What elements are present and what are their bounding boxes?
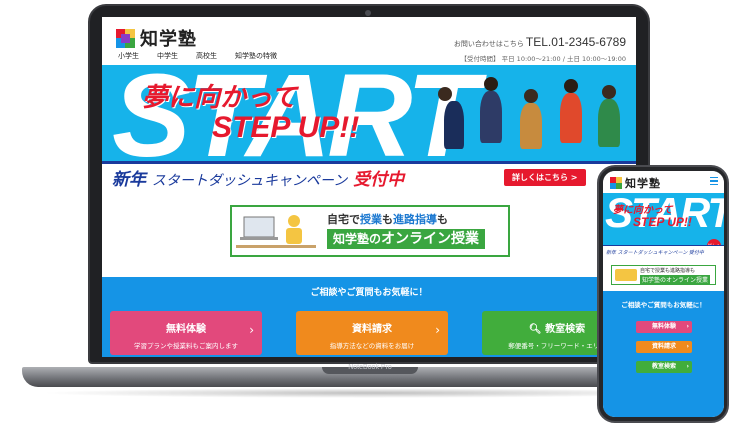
logo-mark-icon <box>610 177 622 189</box>
inquiry-section: ご相談やご質問もお気軽に！ 無料体験 学習プランや授業料もご案内します › 資料… <box>102 277 636 357</box>
phone-classroom-search-label: 教室検索 <box>651 363 676 370</box>
online-lesson-banner[interactable]: 自宅で授業も進路指導も 知学塾のオンライン授業 <box>230 205 510 257</box>
online-text-mo1: も <box>382 213 393 226</box>
hero-title: 夢に向かって STEP UP!! <box>142 83 360 145</box>
phone-request-materials-button[interactable]: 資料請求 › <box>636 341 692 353</box>
phone-online-banner[interactable]: 自宅で授業も進路指導も 知学塾のオンライン授業 <box>611 265 716 285</box>
phone-logo-text: 知学塾 <box>625 177 661 190</box>
campaign-details-button[interactable]: 詳しくはこちら > <box>504 169 586 186</box>
request-materials-button[interactable]: 資料請求 指導方法などの資料をお届け › <box>296 311 448 355</box>
laptop-screen: 知学塾 小学生 中学生 高校生 知学塾の特徴 お問い合わせはこちら TEL.01-… <box>102 17 636 357</box>
phone-number[interactable]: TEL.01-2345-6789 <box>526 35 626 49</box>
student-illustration <box>615 269 637 281</box>
online-text-lesson: 授業 <box>360 213 382 226</box>
hero-title-line2: STEP UP!! <box>212 111 360 145</box>
phone-hero-title-line2: STEP UP!! <box>633 215 692 229</box>
phone-online-line2: 知学塾のオンライン授業 <box>640 275 711 284</box>
campaign-name: スタートダッシュキャンペーン <box>151 173 348 189</box>
campaign-banner[interactable]: 新年 スタートダッシュキャンペーン 受付中 詳しくはこちら > <box>102 161 636 191</box>
nav-item-junior-high[interactable]: 中学生 <box>157 51 178 61</box>
online-headline: 自宅で授業も進路指導も <box>327 211 448 227</box>
chevron-right-icon: › <box>686 343 689 350</box>
phone-online-line1: 自宅で授業も進路指導も <box>640 268 696 274</box>
online-text-online-lesson: オンライン授業 <box>381 231 480 247</box>
site-header: 知学塾 小学生 中学生 高校生 知学塾の特徴 お問い合わせはこちら TEL.01-… <box>102 17 636 65</box>
nav-item-elementary[interactable]: 小学生 <box>118 51 139 61</box>
online-text-guidance: 進路指導 <box>393 213 437 226</box>
online-subhead: 知学塾のオンライン授業 <box>327 229 486 249</box>
chevron-right-icon: › <box>686 323 689 330</box>
contact-info: お問い合わせはこちら TEL.01-2345-6789 <box>454 35 626 49</box>
online-text-home: 自宅で <box>327 213 360 226</box>
campaign-status: 受付中 <box>353 170 405 190</box>
contact-prefix: お問い合わせはこちら <box>453 40 524 48</box>
phone-campaign-banner: 新年 スタートダッシュキャンペーン 受付中 <box>603 245 724 261</box>
phone-hero[interactable]: START 夢に向かって STEP UP!! 詳しくは 新年 スタートダッシュキ… <box>603 193 724 261</box>
phone-free-trial-label: 無料体験 <box>651 323 676 330</box>
campaign-text: 新年 スタートダッシュキャンペーン 受付中 <box>112 165 404 190</box>
classroom-search-text: 教室検索 <box>545 324 586 335</box>
chevron-right-icon: › <box>249 323 254 337</box>
phone-logo[interactable]: 知学塾 <box>610 175 661 191</box>
online-text-mo2: も <box>437 213 448 226</box>
hero-title-line1: 夢に向かって <box>142 83 297 113</box>
hamburger-menu-icon[interactable] <box>710 177 718 185</box>
phone-free-trial-button[interactable]: 無料体験 › <box>636 321 692 333</box>
phone-screen: 知学塾 START 夢に向かって STEP UP!! 詳しくは 新年 スタートダ… <box>603 171 724 417</box>
camera-icon <box>365 10 371 16</box>
campaign-new-year: 新年 <box>112 170 146 190</box>
device-mockup-stage: NoteBook Pro 知学塾 小学生 中学生 高校生 知学塾の特徴 お問い合… <box>0 0 751 426</box>
chevron-right-icon: › <box>435 323 440 337</box>
phone-header: 知学塾 <box>603 171 724 193</box>
logo-mark-icon <box>116 28 135 48</box>
request-materials-label: 資料請求 <box>352 324 392 335</box>
request-materials-sub: 指導方法などの資料をお届け <box>329 342 415 350</box>
hero-section[interactable]: START 夢に向かって STEP UP!! 新年 スタートダッシュキャンペーン… <box>102 65 636 191</box>
free-trial-sub: 学習プランや授業料もご案内します <box>134 342 238 350</box>
student-at-computer-illustration <box>236 211 316 253</box>
business-hours: 【受付時間】 平日 10:00～21:00 / 土日 10:00～19:00 <box>460 55 626 63</box>
site-logo[interactable]: 知学塾 <box>116 25 197 51</box>
free-trial-label: 無料体験 <box>166 324 206 335</box>
chevron-right-icon: › <box>686 363 689 370</box>
phone-campaign-text: 新年 スタートダッシュキャンペーン 受付中 <box>606 250 704 256</box>
phone-request-materials-label: 資料請求 <box>651 343 676 350</box>
online-lesson-section: 自宅で授業も進路指導も 知学塾のオンライン授業 <box>102 191 636 277</box>
free-trial-button[interactable]: 無料体験 学習プランや授業料もご案内します › <box>110 311 262 355</box>
phone-hero-title: 夢に向かって STEP UP!! <box>613 205 692 229</box>
phone-classroom-search-button[interactable]: 教室検索 › <box>636 361 692 373</box>
main-nav: 小学生 中学生 高校生 知学塾の特徴 <box>118 51 277 61</box>
nav-item-high-school[interactable]: 高校生 <box>196 51 217 61</box>
phone-inquiry-section: ご相談やご質問もお気軽に！ 無料体験 › 資料請求 › 教室検索 › <box>603 291 724 417</box>
students-jumping-photo <box>432 73 636 173</box>
inquiry-title: ご相談やご質問もお気軽に！ <box>310 288 428 298</box>
phone-inquiry-title: ご相談やご質問もお気軽に！ <box>621 301 706 309</box>
online-text-school: 知学塾の <box>333 232 382 246</box>
logo-text: 知学塾 <box>140 29 197 50</box>
laptop-brand-label: NoteBook Pro <box>348 364 392 371</box>
nav-item-features[interactable]: 知学塾の特徴 <box>235 51 277 61</box>
